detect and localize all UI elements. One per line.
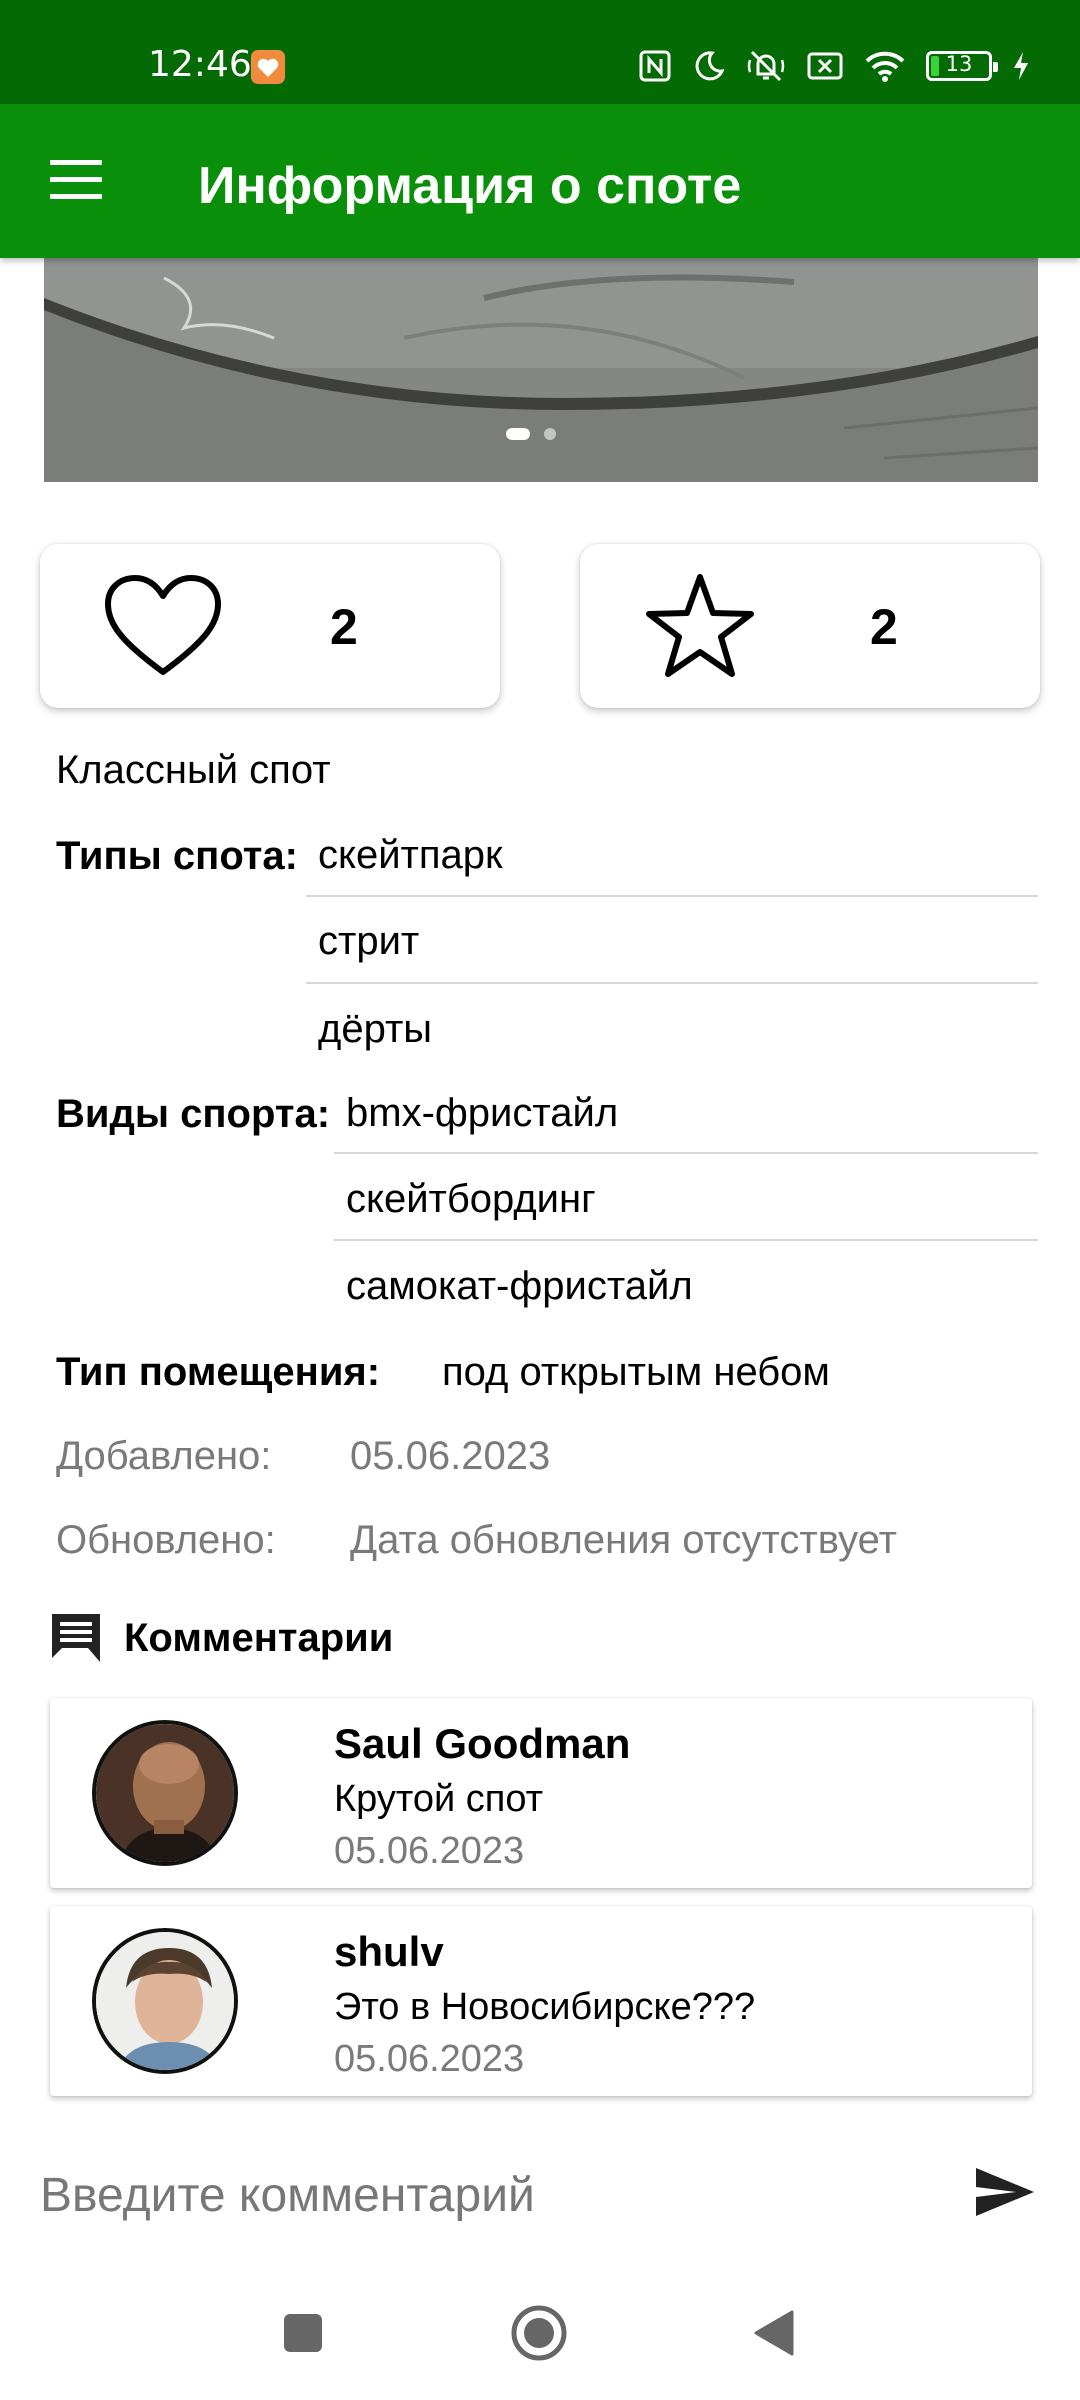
sport-item: bmx-фристайл [346, 1091, 619, 1135]
status-bar: 12:46 13 [0, 0, 1080, 104]
menu-icon[interactable] [50, 160, 102, 200]
comment-text: Крутой спот [334, 1778, 544, 1820]
star-icon [646, 574, 754, 677]
battery-level: 13 [945, 52, 973, 76]
vibrate-off-icon [747, 50, 785, 82]
notification-app-icon [251, 50, 285, 84]
wifi-icon [865, 51, 905, 82]
spot-type-item: скейтпарк [318, 833, 503, 877]
favorite-button[interactable]: 2 [580, 544, 1040, 708]
space-type-label: Тип помещения: [56, 1350, 381, 1394]
comment-card[interactable]: shulv Это в Новосибирске??? 05.06.2023 [50, 1906, 1032, 2096]
spot-type-item: дёрты [318, 1007, 433, 1051]
app-toolbar: Информация о споте [0, 104, 1080, 258]
battery-icon: 13 [926, 51, 998, 81]
comment-input[interactable] [40, 2160, 940, 2230]
favorite-count: 2 [870, 599, 898, 655]
nfc-icon [639, 50, 671, 82]
comment-card[interactable]: Saul Goodman Крутой спот 05.06.2023 [50, 1698, 1032, 1888]
spot-description: Классный спот [56, 748, 331, 792]
comment-icon [52, 1614, 100, 1662]
recents-button[interactable] [284, 2314, 322, 2352]
comment-date: 05.06.2023 [334, 1830, 525, 1872]
system-nav-bar [0, 2270, 1080, 2400]
spot-type-item: стрит [318, 919, 420, 963]
spot-photo[interactable] [44, 258, 1038, 482]
sport-item: самокат-фристайл [346, 1264, 693, 1308]
charging-icon [1014, 52, 1028, 80]
comment-date: 05.06.2023 [334, 2038, 525, 2080]
updated-label: Обновлено: [56, 1518, 276, 1562]
spot-types-label: Типы спота: [56, 834, 298, 878]
avatar[interactable] [92, 1928, 238, 2074]
sport-item: скейтбординг [346, 1177, 596, 1221]
page-dot-active[interactable] [506, 428, 530, 440]
send-icon[interactable] [974, 2166, 1036, 2218]
added-value: 05.06.2023 [350, 1434, 551, 1478]
comments-header: Комментарии [48, 1610, 393, 1666]
divider [306, 982, 1038, 984]
comment-text: Это в Новосибирске??? [334, 1986, 756, 2028]
comments-title: Комментарии [124, 1615, 394, 1660]
back-button[interactable] [754, 2310, 794, 2356]
heart-icon [105, 575, 221, 675]
page-dot[interactable] [544, 428, 556, 440]
divider [306, 895, 1038, 897]
comment-author: Saul Goodman [334, 1720, 631, 1767]
like-button[interactable]: 2 [40, 544, 500, 708]
added-label: Добавлено: [56, 1434, 272, 1478]
like-count: 2 [330, 599, 358, 655]
page-title: Информация о споте [198, 157, 742, 215]
sports-label: Виды спорта: [56, 1092, 331, 1136]
divider [334, 1152, 1038, 1154]
updated-value: Дата обновления отсутствует [350, 1518, 897, 1562]
sim-off-icon [807, 52, 843, 80]
status-icons: 13 [638, 46, 1030, 86]
home-button[interactable] [510, 2304, 568, 2362]
space-type-value: под открытым небом [442, 1350, 830, 1394]
moon-icon [695, 51, 725, 81]
avatar[interactable] [92, 1720, 238, 1866]
status-time: 12:46 [148, 44, 252, 85]
gallery-page-indicator[interactable] [506, 428, 556, 440]
divider [334, 1239, 1038, 1241]
comment-author: shulv [334, 1928, 444, 1975]
